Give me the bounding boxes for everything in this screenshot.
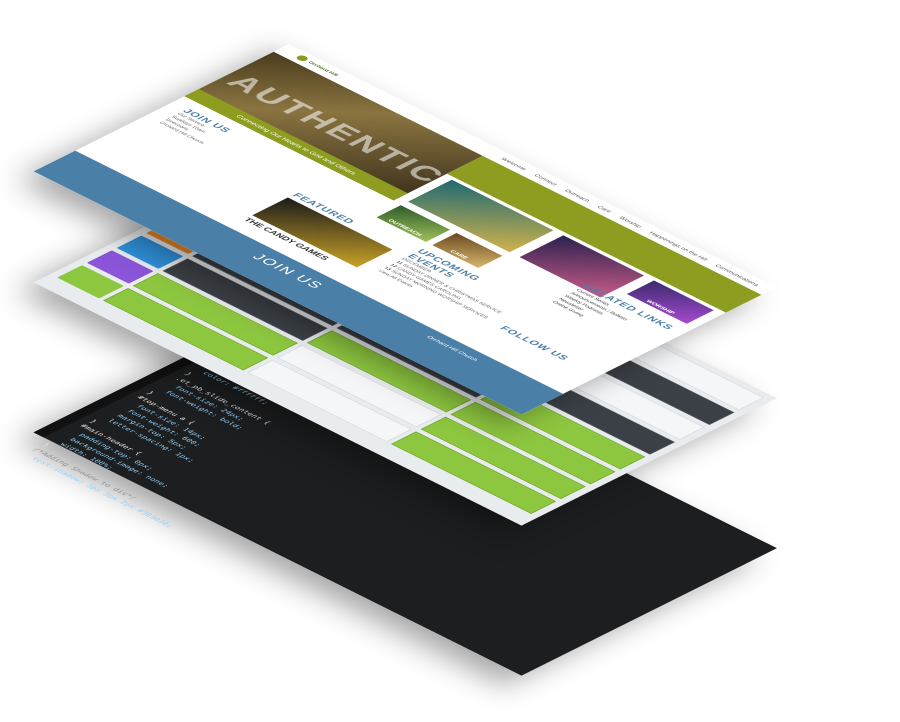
- isometric-scene: .footer-info a:hover { color: #c1d62a; t…: [0, 0, 900, 722]
- logo-icon: [294, 54, 310, 63]
- nav-item-care[interactable]: Care: [596, 205, 613, 214]
- follow-us-section: FOLLOW US: [498, 324, 572, 361]
- follow-heading: FOLLOW US: [497, 324, 572, 362]
- footer-church: Orchard Hill Church: [425, 334, 480, 362]
